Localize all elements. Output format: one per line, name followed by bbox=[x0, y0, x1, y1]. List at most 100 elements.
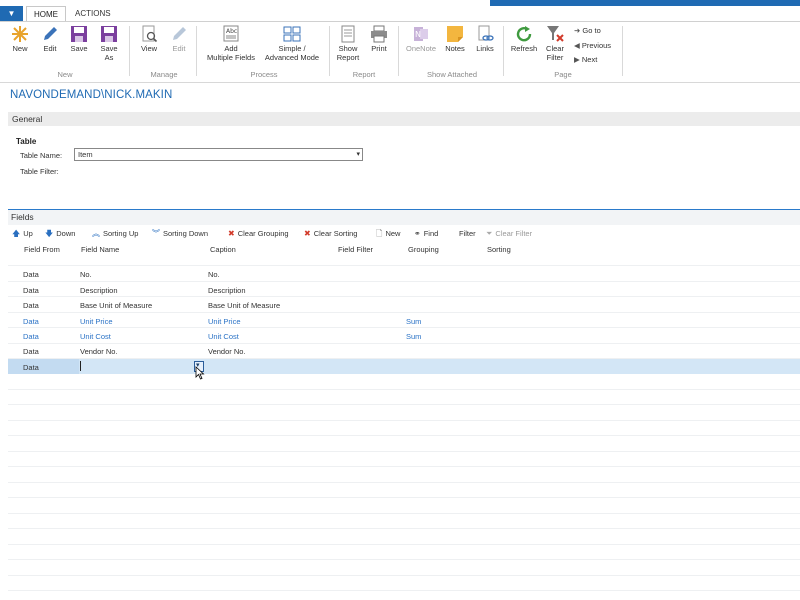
edit-button[interactable]: Edit bbox=[38, 25, 62, 54]
sorting-down-label: Sorting Down bbox=[163, 229, 209, 238]
column-header-caption[interactable]: Caption bbox=[210, 245, 236, 254]
column-header-field-name[interactable]: Field Name bbox=[81, 245, 119, 254]
column-header-sorting[interactable]: Sorting bbox=[487, 245, 511, 254]
notes-button[interactable]: Notes bbox=[443, 25, 467, 54]
save-button[interactable]: Save bbox=[67, 25, 91, 54]
grid-line bbox=[8, 575, 800, 576]
add-multiple-fields-button[interactable]: Abc Add Multiple Fields bbox=[204, 25, 258, 62]
links-button[interactable]: Links bbox=[473, 25, 497, 54]
table-row-selected[interactable] bbox=[8, 359, 800, 374]
title-strip bbox=[490, 0, 800, 6]
previous-arrow-icon: ◀ bbox=[574, 41, 580, 50]
grid-line bbox=[8, 327, 800, 328]
goto-link[interactable]: ➜ Go to bbox=[574, 25, 601, 37]
column-header-grouping[interactable]: Grouping bbox=[408, 245, 439, 254]
new-button[interactable]: New bbox=[8, 25, 32, 54]
clear-sorting-button[interactable]: ✖ Clear Sorting bbox=[304, 229, 357, 239]
simple-advanced-mode-button[interactable]: Simple / Advanced Mode bbox=[262, 25, 322, 62]
cell-field-name: No. bbox=[80, 270, 92, 279]
edit-button-label: Edit bbox=[43, 44, 57, 53]
save-as-button-label: Save As bbox=[100, 44, 118, 62]
column-header-field-from[interactable]: Field From bbox=[24, 245, 60, 254]
ribbon-separator bbox=[503, 26, 504, 76]
cell-caption: Description bbox=[208, 286, 246, 295]
onenote-icon: N bbox=[414, 27, 428, 41]
cell-field-from: Data bbox=[23, 286, 39, 295]
red-x-icon: ✖ bbox=[228, 229, 235, 239]
add-fields-icon: Abc bbox=[223, 25, 239, 42]
new-line-label: New bbox=[385, 229, 401, 238]
grid-line bbox=[8, 590, 800, 591]
refresh-button[interactable]: Refresh bbox=[510, 25, 538, 54]
red-x-icon: ✖ bbox=[304, 229, 311, 239]
arrow-up-icon: 🡅 bbox=[12, 229, 21, 239]
clear-sorting-label: Clear Sorting bbox=[313, 229, 358, 238]
clear-grouping-label: Clear Grouping bbox=[237, 229, 289, 238]
grid-line bbox=[8, 389, 800, 390]
notes-label: Notes bbox=[445, 44, 465, 53]
fields-part-header[interactable]: Fields bbox=[8, 209, 800, 225]
cell-caption: No. bbox=[208, 270, 220, 279]
group-label-page: Page bbox=[554, 70, 572, 79]
clear-filter-label: Clear Filter bbox=[495, 229, 533, 238]
grid-line bbox=[8, 281, 800, 282]
sorting-up-label: Sorting Up bbox=[103, 229, 139, 238]
notes-icon bbox=[447, 26, 463, 42]
grid-line bbox=[8, 296, 800, 297]
edit-icon bbox=[173, 27, 186, 40]
show-report-button[interactable]: Show Report bbox=[334, 25, 362, 62]
print-button[interactable]: Print bbox=[367, 25, 391, 54]
clear-filter-icon: ⏷ bbox=[486, 229, 493, 239]
general-fasttab-header[interactable]: General bbox=[8, 112, 800, 126]
new-line-button[interactable]: 🗋 New bbox=[376, 229, 400, 239]
ribbon-separator bbox=[329, 26, 330, 76]
up-button[interactable]: 🡅 Up bbox=[12, 229, 33, 239]
next-link[interactable]: ▶ Next bbox=[574, 54, 597, 66]
grid-line bbox=[8, 451, 800, 452]
app-menu-button[interactable]: ▼ bbox=[0, 6, 23, 21]
previous-label: Previous bbox=[581, 41, 612, 50]
grid-line bbox=[8, 544, 800, 545]
manage-edit-button[interactable]: Edit bbox=[167, 25, 191, 54]
tab-actions[interactable]: ACTIONS bbox=[68, 6, 118, 21]
cell-field-from: Data bbox=[23, 347, 39, 356]
clear-filter-button[interactable]: ⏷ Clear Filter bbox=[486, 229, 532, 239]
new-doc-icon: 🗋 bbox=[376, 229, 383, 239]
goto-arrow-icon: ➜ bbox=[574, 26, 581, 35]
sorting-down-button[interactable]: ︾ Sorting Down bbox=[152, 229, 208, 239]
selected-cell-field-from[interactable] bbox=[8, 359, 79, 374]
cell-grouping: Sum bbox=[406, 317, 422, 326]
ribbon-separator bbox=[196, 26, 197, 76]
group-label-process: Process bbox=[250, 70, 278, 79]
field-name-input-caret[interactable] bbox=[80, 361, 81, 371]
new-button-label: New bbox=[12, 44, 28, 53]
column-header-field-filter[interactable]: Field Filter bbox=[338, 245, 373, 254]
printer-icon bbox=[371, 25, 387, 43]
ribbon-clear-filter-button[interactable]: Clear Filter bbox=[542, 25, 568, 62]
onenote-button[interactable]: N OneNote bbox=[403, 25, 439, 54]
tab-home[interactable]: HOME bbox=[26, 6, 66, 22]
filter-button[interactable]: Filter bbox=[459, 229, 476, 239]
find-button[interactable]: ⚭ Find bbox=[414, 229, 438, 239]
group-label-show-attached: Show Attached bbox=[426, 70, 478, 79]
add-multiple-fields-label: Add Multiple Fields bbox=[207, 44, 255, 62]
clear-grouping-button[interactable]: ✖ Clear Grouping bbox=[228, 229, 289, 239]
group-label-manage: Manage bbox=[150, 70, 178, 79]
refresh-icon bbox=[516, 26, 532, 42]
ribbon-separator bbox=[622, 26, 623, 76]
cell-field-from: Data bbox=[23, 332, 39, 341]
view-button[interactable]: View bbox=[137, 25, 161, 54]
cell-field-name: Unit Price bbox=[80, 317, 113, 326]
save-as-button[interactable]: Save As bbox=[96, 25, 122, 62]
grid-line bbox=[8, 312, 800, 313]
sorting-up-button[interactable]: ︽ Sorting Up bbox=[92, 229, 138, 239]
grid-line bbox=[8, 404, 800, 405]
up-label: Up bbox=[23, 229, 33, 238]
goto-label: Go to bbox=[582, 26, 601, 35]
chevron-down-icon[interactable]: ▾ bbox=[356, 149, 360, 160]
previous-link[interactable]: ◀ Previous bbox=[574, 40, 611, 52]
down-button[interactable]: 🡇 Down bbox=[45, 229, 75, 239]
grid-line bbox=[8, 435, 800, 436]
cell-field-name: Unit Cost bbox=[80, 332, 111, 341]
table-name-select[interactable]: Item ▾ bbox=[74, 148, 363, 161]
